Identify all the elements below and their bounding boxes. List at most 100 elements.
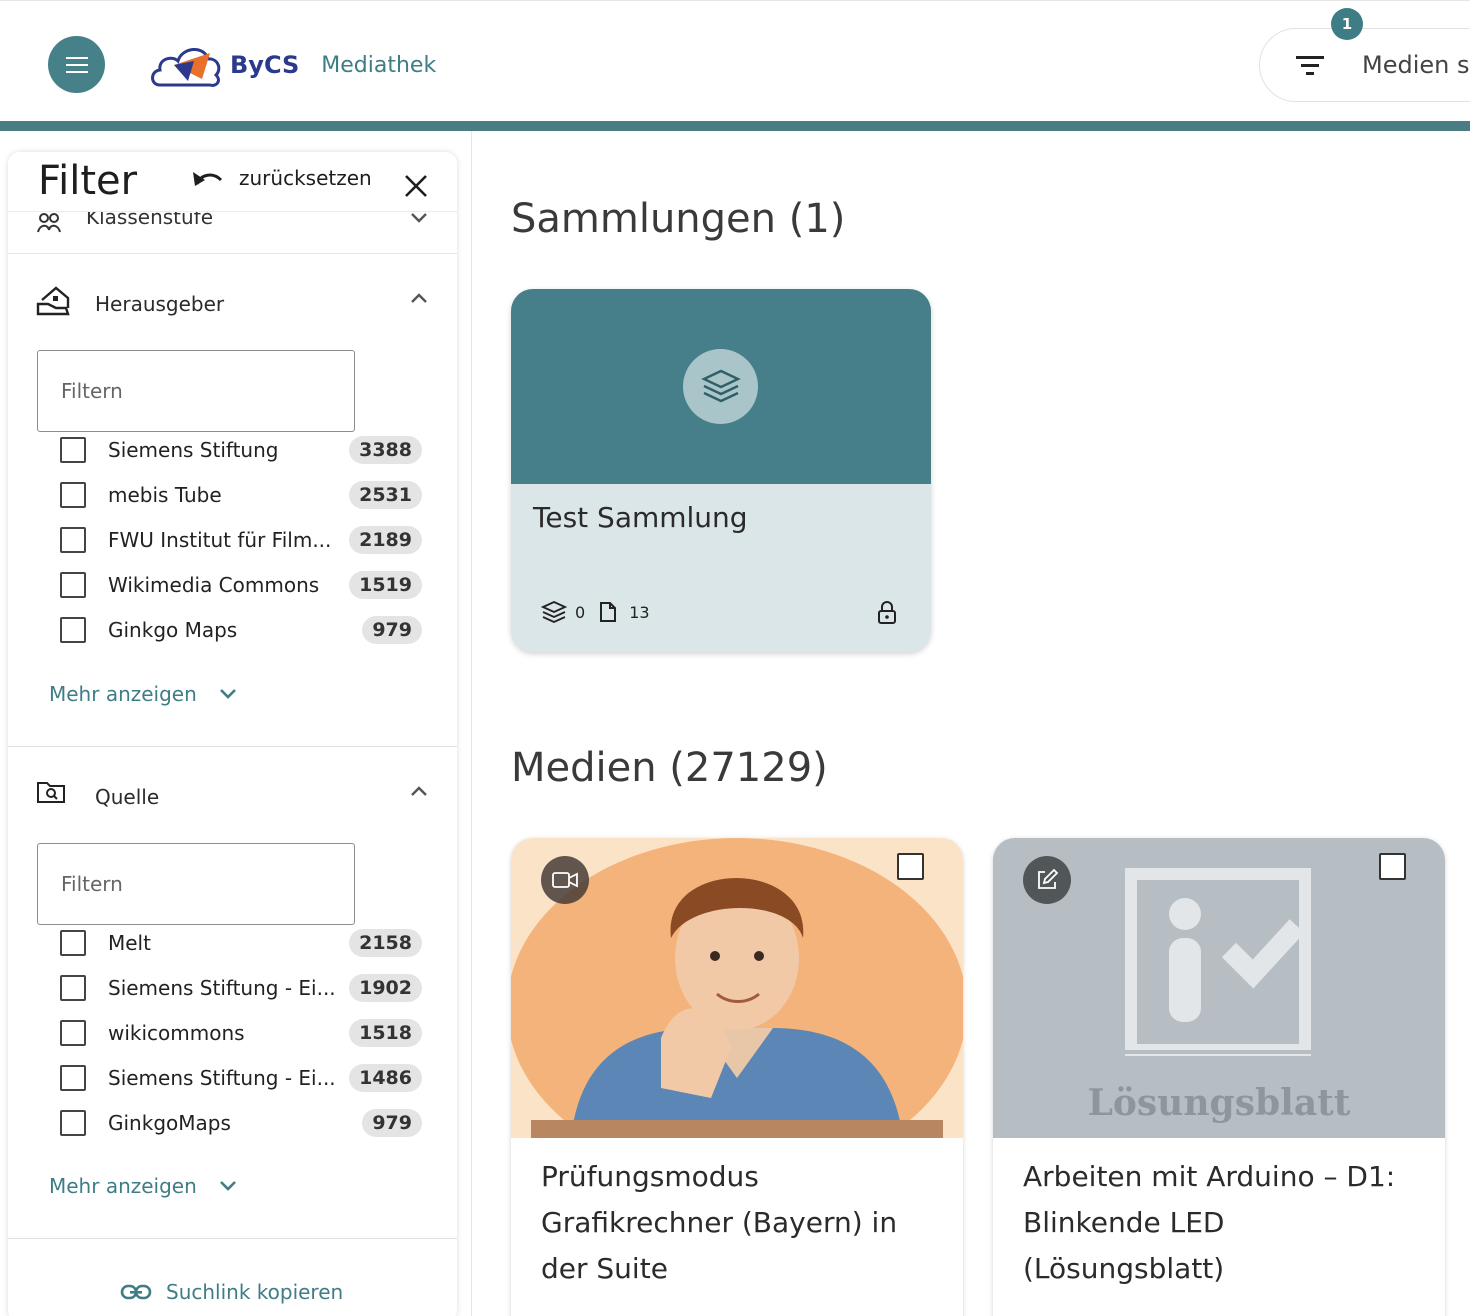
product-name: Mediathek bbox=[321, 52, 437, 78]
select-checkbox[interactable] bbox=[1379, 853, 1406, 880]
publisher-option[interactable]: FWU Institut für Film... 2189 bbox=[60, 524, 422, 556]
cloud-logo-icon bbox=[151, 48, 221, 87]
publisher-option[interactable]: Siemens Stiftung 3388 bbox=[60, 434, 422, 466]
media-type-badge bbox=[1023, 856, 1071, 904]
media-thumbnail bbox=[511, 838, 963, 1138]
media-title[interactable]: Prüfungsmodus Grafikrechner (Bayern) in … bbox=[541, 1154, 936, 1292]
checkbox[interactable] bbox=[60, 437, 86, 463]
publisher-icon bbox=[36, 286, 70, 316]
media-heading: Medien (27129) bbox=[511, 745, 828, 791]
media-title[interactable]: Arbeiten mit Arduino – D1: Blinkende LED… bbox=[1023, 1154, 1418, 1292]
close-icon[interactable] bbox=[404, 174, 428, 198]
source-show-more[interactable]: Mehr anzeigen bbox=[49, 1174, 237, 1198]
video-icon bbox=[552, 872, 578, 888]
option-label: Siemens Stiftung - Ei... bbox=[108, 1066, 336, 1090]
chevron-down-icon bbox=[219, 689, 236, 699]
chevron-down-icon[interactable] bbox=[410, 212, 428, 224]
collection-cover bbox=[511, 289, 931, 484]
option-label: Wikimedia Commons bbox=[108, 573, 320, 597]
option-count: 2189 bbox=[349, 526, 422, 554]
bycs-logo[interactable]: ByCS Mediathek bbox=[148, 39, 436, 91]
filter-sidebar: Filter zurücksetzen Klassenstufe Herausg… bbox=[8, 152, 457, 1316]
collection-icon-circle bbox=[683, 349, 758, 424]
document-icon bbox=[600, 602, 617, 622]
option-count: 979 bbox=[362, 1109, 422, 1137]
checkbox[interactable] bbox=[60, 975, 86, 1001]
source-folder-icon bbox=[37, 782, 65, 803]
publisher-option[interactable]: mebis Tube 2531 bbox=[60, 479, 422, 511]
reset-label: zurücksetzen bbox=[239, 166, 372, 190]
option-count: 1519 bbox=[349, 571, 422, 599]
checkbox[interactable] bbox=[60, 1065, 86, 1091]
layers-icon bbox=[541, 601, 567, 623]
copy-search-link-button[interactable]: Suchlink kopieren bbox=[120, 1280, 343, 1304]
show-more-label: Mehr anzeigen bbox=[49, 1174, 197, 1198]
section-divider bbox=[8, 1238, 457, 1239]
reset-button[interactable]: zurücksetzen bbox=[191, 166, 372, 190]
filter-icon[interactable] bbox=[1296, 55, 1324, 75]
media-card[interactable]: Lösungsblatt Arbeiten mit Arduino – D1: … bbox=[993, 838, 1445, 1316]
search-input[interactable]: Medien s bbox=[1362, 51, 1469, 79]
quelle-label: Quelle bbox=[95, 785, 160, 809]
filter-header: Filter zurücksetzen bbox=[8, 152, 457, 212]
app-header: ByCS Mediathek Medien s 1 bbox=[0, 0, 1470, 130]
checkbox[interactable] bbox=[60, 1110, 86, 1136]
link-icon bbox=[120, 1284, 152, 1300]
option-count: 2158 bbox=[349, 929, 422, 957]
option-label: Ginkgo Maps bbox=[108, 618, 238, 642]
source-option[interactable]: GinkgoMaps 979 bbox=[60, 1107, 422, 1139]
chevron-up-icon[interactable] bbox=[410, 292, 428, 304]
option-count: 1486 bbox=[349, 1064, 422, 1092]
search-bar[interactable]: Medien s bbox=[1259, 28, 1470, 102]
publisher-option[interactable]: Ginkgo Maps 979 bbox=[60, 614, 422, 646]
collection-card[interactable]: Test Sammlung 0 13 bbox=[511, 289, 931, 652]
collections-heading: Sammlungen (1) bbox=[511, 196, 846, 242]
source-option[interactable]: wikicommons 1518 bbox=[60, 1017, 422, 1049]
checkbox[interactable] bbox=[60, 1020, 86, 1046]
publisher-filter-input[interactable] bbox=[37, 350, 355, 432]
undo-icon bbox=[193, 172, 223, 186]
edit-icon bbox=[1038, 868, 1059, 889]
checkbox[interactable] bbox=[60, 617, 86, 643]
option-label: GinkgoMaps bbox=[108, 1111, 231, 1135]
thumbnail-text: Lösungsblatt bbox=[1087, 1082, 1351, 1124]
option-count: 1518 bbox=[349, 1019, 422, 1047]
source-option[interactable]: Melt 2158 bbox=[60, 927, 422, 959]
chevron-down-icon bbox=[219, 1181, 236, 1191]
checkbox[interactable] bbox=[60, 572, 86, 598]
media-card[interactable]: Prüfungsmodus Grafikrechner (Bayern) in … bbox=[511, 838, 963, 1316]
active-filter-badge: 1 bbox=[1331, 8, 1363, 40]
collection-title: Test Sammlung bbox=[533, 501, 748, 534]
option-label: Siemens Stiftung bbox=[108, 438, 279, 462]
layers-icon bbox=[700, 369, 741, 402]
item-count: 13 bbox=[629, 602, 650, 622]
option-count: 979 bbox=[362, 616, 422, 644]
source-option[interactable]: Siemens Stiftung - Ei... 1486 bbox=[60, 1062, 422, 1094]
checkbox[interactable] bbox=[60, 527, 86, 553]
brand-name: ByCS bbox=[230, 51, 300, 79]
copy-link-label: Suchlink kopieren bbox=[166, 1280, 344, 1304]
option-label: wikicommons bbox=[108, 1021, 245, 1045]
menu-button[interactable] bbox=[48, 36, 105, 93]
chevron-up-icon[interactable] bbox=[410, 785, 428, 797]
lock-icon bbox=[878, 601, 896, 624]
filter-section-quelle[interactable]: Quelle bbox=[8, 777, 457, 817]
source-option[interactable]: Siemens Stiftung - Ei... 1902 bbox=[60, 972, 422, 1004]
checkbox[interactable] bbox=[60, 930, 86, 956]
filter-section-herausgeber[interactable]: Herausgeber bbox=[8, 284, 457, 324]
select-checkbox[interactable] bbox=[897, 853, 924, 880]
source-filter-input[interactable] bbox=[37, 843, 355, 925]
publisher-option[interactable]: Wikimedia Commons 1519 bbox=[60, 569, 422, 601]
sub-collection-count: 0 bbox=[575, 602, 586, 622]
checkbox[interactable] bbox=[60, 482, 86, 508]
option-label: FWU Institut für Film... bbox=[108, 528, 332, 552]
hamburger-icon bbox=[65, 56, 88, 73]
section-divider bbox=[8, 746, 457, 747]
herausgeber-label: Herausgeber bbox=[95, 292, 225, 316]
option-label: Melt bbox=[108, 931, 151, 955]
option-count: 2531 bbox=[349, 481, 422, 509]
header-accent-bar bbox=[0, 121, 1470, 131]
publisher-show-more[interactable]: Mehr anzeigen bbox=[49, 682, 237, 706]
filter-title: Filter bbox=[38, 158, 138, 204]
class-level-icon bbox=[37, 213, 61, 233]
